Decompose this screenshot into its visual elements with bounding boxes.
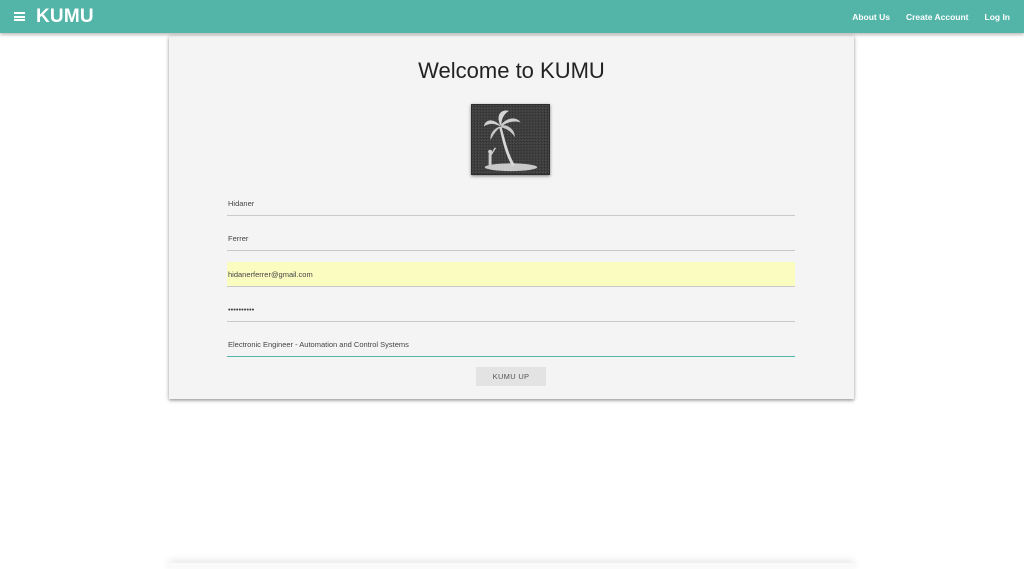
first-name-input[interactable] <box>227 191 795 215</box>
password-field[interactable] <box>227 297 795 322</box>
email-input[interactable] <box>227 262 795 286</box>
nav-link-create-account[interactable]: Create Account <box>906 12 969 22</box>
password-input[interactable] <box>227 297 795 321</box>
email-field[interactable] <box>227 262 795 287</box>
nav-link-about-us[interactable]: About Us <box>852 12 890 22</box>
first-name-field[interactable] <box>227 191 795 216</box>
kumu-up-button[interactable]: KUMU UP <box>476 367 546 386</box>
brand-logo[interactable]: KUMU <box>36 6 94 28</box>
top-navbar: KUMU About Us Create Account Log In <box>0 0 1024 33</box>
hamburger-menu-icon[interactable] <box>14 12 25 21</box>
signup-card: Welcome to KUMU Hidaner Ferrer hidanerfe… <box>169 36 854 399</box>
nav-links: About Us Create Account Log In <box>852 0 1010 33</box>
profession-field[interactable] <box>227 332 795 357</box>
next-card-edge <box>169 563 854 569</box>
last-name-input[interactable] <box>227 226 795 250</box>
nav-link-log-in[interactable]: Log In <box>985 12 1011 22</box>
profession-input[interactable] <box>227 332 795 356</box>
palm-tree-island-icon <box>471 104 550 175</box>
page-title: Welcome to KUMU <box>418 58 605 83</box>
last-name-field[interactable] <box>227 226 795 251</box>
